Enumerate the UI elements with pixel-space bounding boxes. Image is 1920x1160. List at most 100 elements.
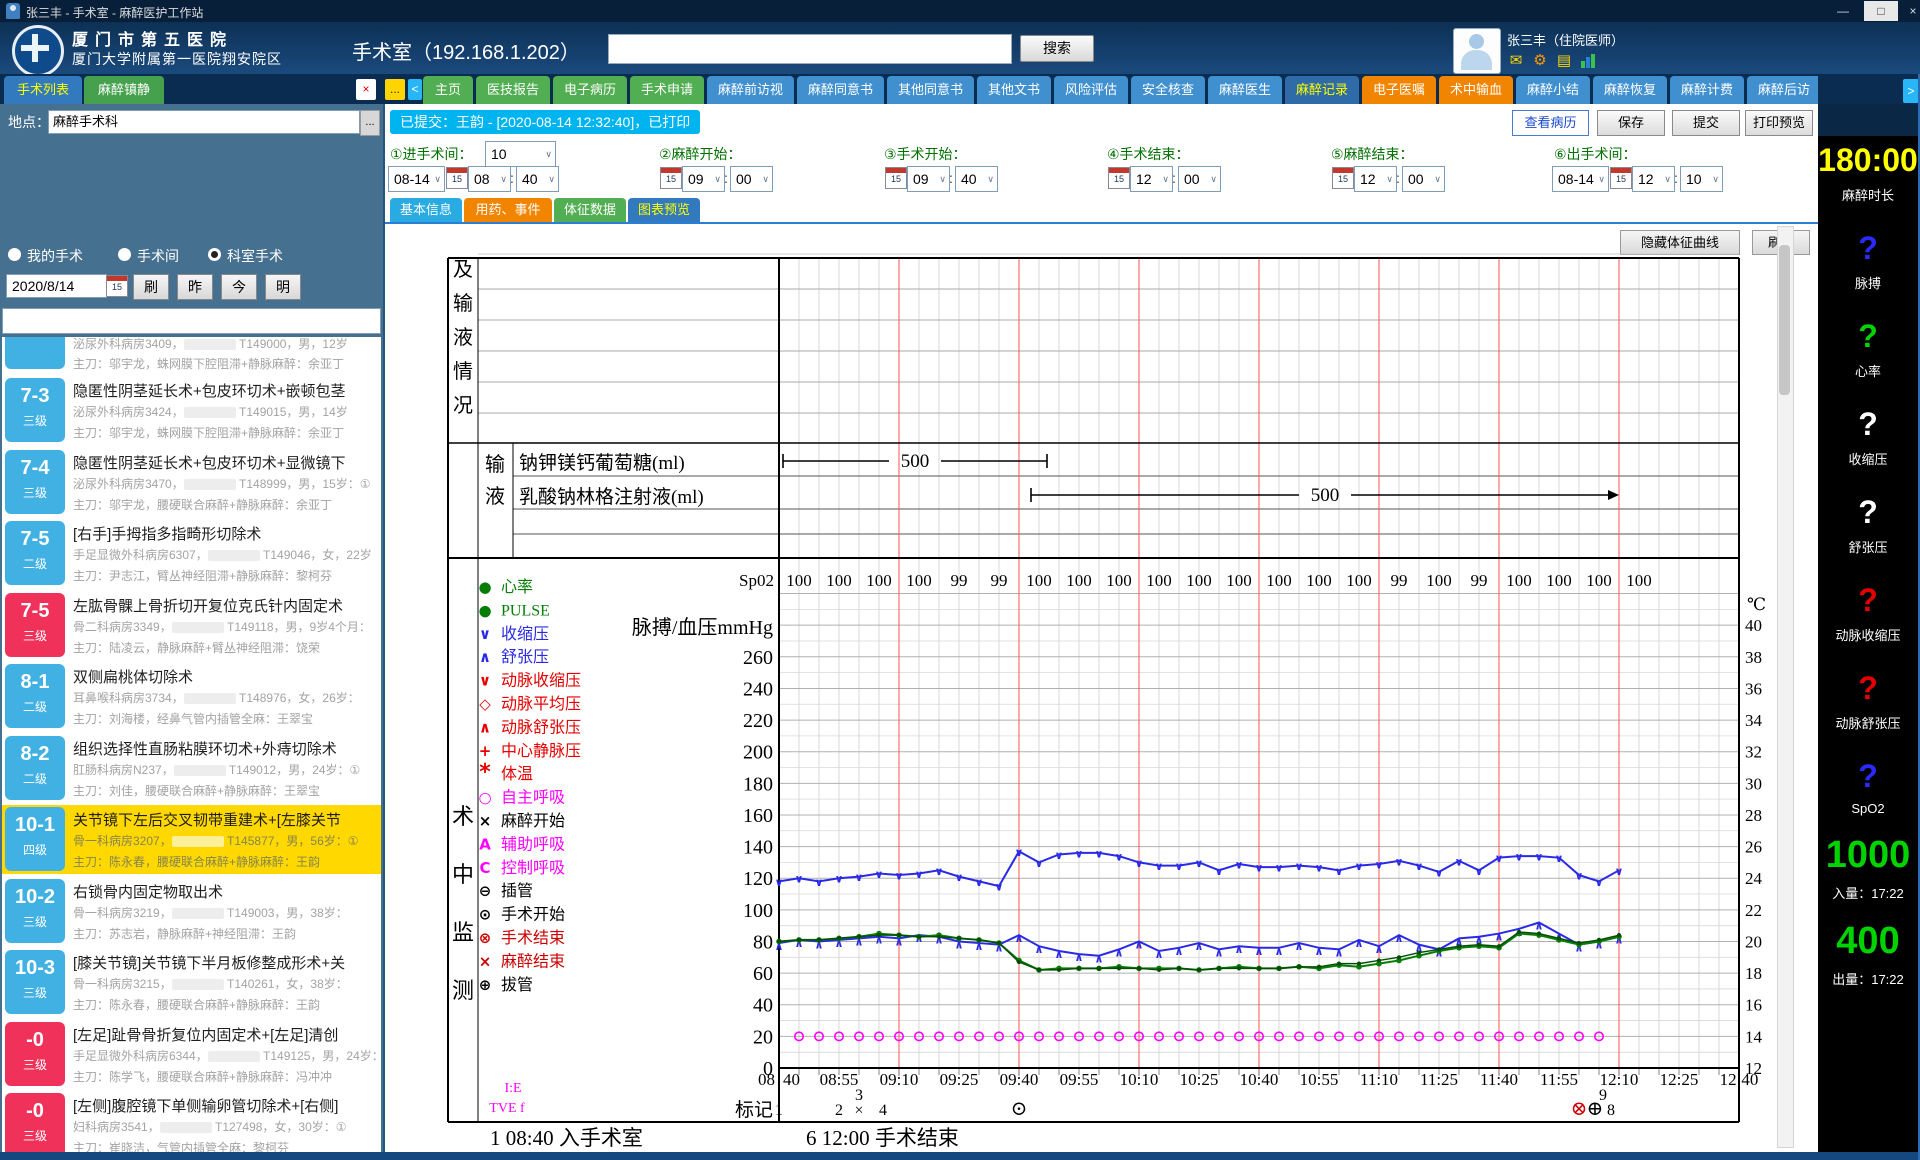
tab-电子医嘱[interactable]: 电子医嘱 (1362, 76, 1436, 104)
field-date-1[interactable]: 08-14 (388, 166, 445, 192)
vital-label-收缩压: 收缩压 (1818, 449, 1918, 468)
location-input[interactable]: 麻醉手术科 (48, 110, 360, 134)
svg-text:180: 180 (743, 773, 773, 795)
tab-手术申请[interactable]: 手术申请 (630, 76, 704, 104)
list-item[interactable]: 7-4三级隐匿性阴茎延长术+包皮环切术+显微镜下泌尿外科病房3470， T148… (2, 448, 381, 517)
tab-麻醉恢复[interactable]: 麻醉恢复 (1593, 76, 1667, 104)
svg-text:∨: ∨ (1235, 858, 1244, 871)
field-hour-4[interactable]: 12 (1130, 166, 1173, 192)
toolbar-button-保存[interactable]: 保存 (1597, 110, 1665, 136)
location-more-button[interactable]: ... (360, 110, 380, 136)
room-select[interactable]: 10 (485, 141, 556, 167)
field-min-4[interactable]: 00 (1178, 166, 1221, 192)
svg-text:260: 260 (743, 647, 773, 669)
chart-icon[interactable] (1579, 52, 1597, 70)
sidebar-tab-麻醉镇静[interactable]: 麻醉镇静 (84, 76, 164, 104)
list-item[interactable]: 7-5三级左肱骨髁上骨折切开复位克氏针内固定术骨二科病房3349， T14911… (2, 591, 381, 660)
calendar-icon[interactable] (446, 167, 468, 189)
tab-医技报告[interactable]: 医技报告 (476, 76, 550, 104)
tab-麻醉医生[interactable]: 麻醉医生 (1208, 76, 1282, 104)
tab-麻醉计费[interactable]: 麻醉计费 (1670, 76, 1744, 104)
list-item[interactable]: 8-2二级组织选择性直肠粘膜环切术+外痔切除术肛肠科病房N237， T14901… (2, 734, 381, 803)
coins-icon[interactable]: ▤ (1555, 52, 1573, 70)
calendar-icon[interactable] (1610, 167, 1632, 189)
list-item[interactable]: 7-3三级隐匿性阴茎延长术+包皮环切术+嵌顿包茎泌尿外科病房3424， T149… (2, 376, 381, 445)
maximize-button[interactable]: □ (1864, 1, 1898, 21)
calendar-icon[interactable] (660, 167, 682, 189)
tab-麻醉同意书[interactable]: 麻醉同意书 (797, 76, 884, 104)
tab-术中输血[interactable]: 术中输血 (1439, 76, 1513, 104)
tab-麻醉后访[interactable]: 麻醉后访 (1747, 76, 1818, 104)
field-min-5[interactable]: 00 (1402, 166, 1445, 192)
tab-其他同意书[interactable]: 其他同意书 (887, 76, 974, 104)
field-hour-1[interactable]: 08 (468, 166, 511, 192)
field-min-6[interactable]: 10 (1680, 166, 1723, 192)
tab-其他文书[interactable]: 其他文书 (977, 76, 1051, 104)
subtab-基本信息[interactable]: 基本信息 (390, 198, 462, 222)
toolbar-button-查看病历[interactable]: 查看病历 (1512, 110, 1589, 136)
toolbar-button-提交[interactable]: 提交 (1672, 110, 1740, 136)
tab-主页[interactable]: 主页 (423, 76, 473, 104)
date-button-今[interactable]: 今 (221, 274, 257, 300)
svg-text:38: 38 (1745, 648, 1762, 667)
calendar-icon[interactable] (885, 167, 907, 189)
svg-text:∨: ∨ (1595, 876, 1604, 889)
svg-text:∨: ∨ (1015, 846, 1024, 859)
tab-电子病历[interactable]: 电子病历 (553, 76, 627, 104)
calendar-icon[interactable] (106, 275, 128, 297)
sidebar-tab-手术列表[interactable]: 手术列表 (4, 76, 82, 104)
calendar-icon[interactable] (1332, 167, 1354, 189)
tab-麻醉小结[interactable]: 麻醉小结 (1516, 76, 1590, 104)
subtab-图表预览[interactable]: 图表预览 (628, 198, 700, 222)
tab-麻醉记录[interactable]: 麻醉记录 (1285, 76, 1359, 104)
avatar[interactable] (1453, 28, 1501, 74)
gear-icon[interactable]: ⚙ (1531, 52, 1549, 70)
radio-科室手术[interactable] (208, 248, 221, 261)
search-button[interactable]: 搜索 (1020, 35, 1094, 62)
list-item[interactable]: 7-5二级[右手]手拇指多指畸形切除术手足显微外科病房6307， T149046… (2, 519, 381, 588)
tab-安全核查[interactable]: 安全核查 (1131, 76, 1205, 104)
minimize-button[interactable]: — (1826, 1, 1860, 21)
list-item[interactable]: -0三级[左足]趾骨骨折复位内固定术+[左足]清创手足显微外科病房6344， T… (2, 1020, 381, 1089)
subtab-体征数据[interactable]: 体征数据 (554, 198, 626, 222)
date-input[interactable]: 2020/8/14 (6, 274, 107, 298)
subtab-用药、事件[interactable]: 用药、事件 (464, 198, 552, 222)
list-item[interactable]: 10-1四级关节镜下左后交叉韧带重建术+[左膝关节骨一科病房3207， T145… (2, 805, 381, 874)
search-input[interactable] (608, 34, 1012, 64)
list-item[interactable]: -0三级[左侧]腹腔镜下单侧输卵管切除术+[右侧]妇科病房3541， T1274… (2, 1091, 381, 1160)
field-label-2: ②麻醉开始： (659, 144, 742, 164)
window-title-bar: 张三丰 - 手术室 - 麻醉医护工作站 — □ × (0, 0, 1920, 22)
chart-vscroll-thumb[interactable] (1779, 245, 1790, 395)
list-item[interactable]: 10-3三级[膝关节镜]关节镜下半月板修整成形术+关骨一科病房3215， T14… (2, 948, 381, 1017)
field-label-6: ⑥出手术间： (1554, 144, 1637, 164)
tab-风险评估[interactable]: 风险评估 (1054, 76, 1128, 104)
radio-我的手术[interactable] (8, 248, 21, 261)
mail-icon[interactable]: ✉ (1507, 52, 1525, 70)
field-min-2[interactable]: 00 (730, 166, 773, 192)
date-button-刷[interactable]: 刷 (133, 274, 169, 300)
field-hour-6[interactable]: 12 (1632, 166, 1675, 192)
field-min-3[interactable]: 40 (955, 166, 998, 192)
toolbar-button-打印预览[interactable]: 打印预览 (1745, 110, 1813, 136)
list-filter-strip[interactable] (2, 308, 381, 334)
svg-text:80: 80 (753, 931, 773, 953)
tabstrip-close-button[interactable]: × (356, 79, 376, 100)
field-min-1[interactable]: 40 (516, 166, 559, 192)
field-hour-3[interactable]: 09 (907, 166, 950, 192)
calendar-icon[interactable] (1108, 167, 1130, 189)
tabstrip-scroll-right-button[interactable]: > (1903, 79, 1919, 103)
tabstrip-more-button[interactable]: ... (385, 79, 405, 100)
field-hour-2[interactable]: 09 (682, 166, 725, 192)
field-hour-5[interactable]: 12 (1354, 166, 1397, 192)
list-item[interactable]: 三级泌尿外科病房3409， T149000，男，12岁主刀：邬宇龙，蛛网膜下腔阻… (2, 337, 381, 374)
field-date-6[interactable]: 08-14 (1552, 166, 1609, 192)
tabstrip-scroll-left-button[interactable]: < (408, 79, 422, 100)
close-button[interactable]: × (1896, 1, 1920, 21)
tab-麻醉前访视[interactable]: 麻醉前访视 (707, 76, 794, 104)
chart-vscrollbar[interactable] (1777, 226, 1794, 1148)
radio-手术间[interactable] (118, 248, 131, 261)
date-button-昨[interactable]: 昨 (177, 274, 213, 300)
date-button-明[interactable]: 明 (265, 274, 301, 300)
list-item[interactable]: 10-2三级右锁骨内固定物取出术骨一科病房3219， T149003，男，38岁… (2, 877, 381, 946)
list-item[interactable]: 8-1二级双侧扁桃体切除术耳鼻喉科病房3734， T148976，女，26岁：主… (2, 662, 381, 731)
